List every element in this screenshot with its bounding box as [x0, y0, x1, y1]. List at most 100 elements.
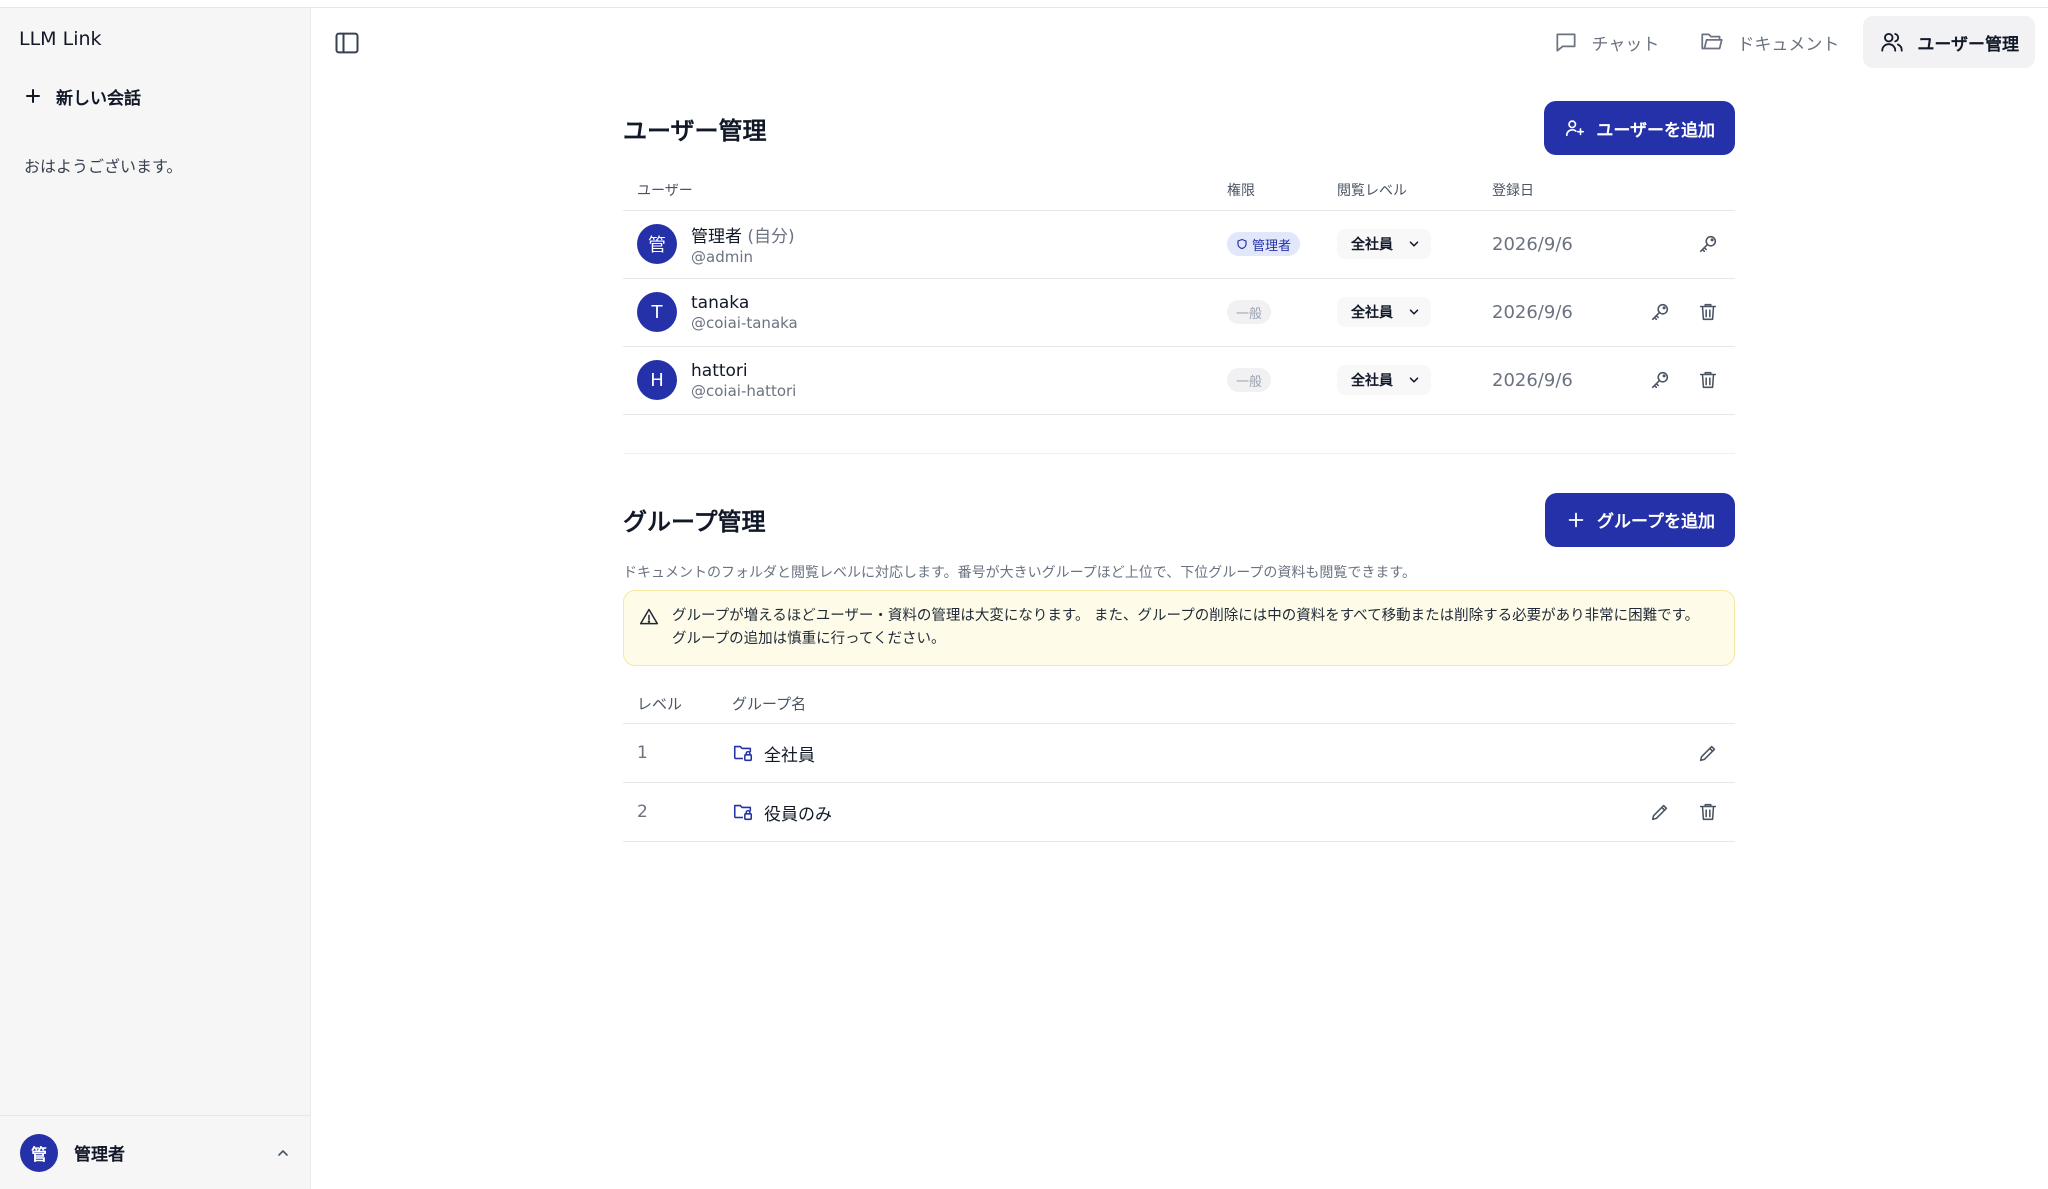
account-menu-button[interactable]: 管 管理者 — [0, 1115, 311, 1189]
reset-password-button[interactable] — [1647, 367, 1673, 393]
col-role: 権限 — [1213, 170, 1323, 211]
role-badge: 管理者 — [1227, 232, 1301, 256]
key-icon — [1699, 235, 1717, 253]
warning-text: グループが増えるほどユーザー・資料の管理は大変になります。 また、グループの削除… — [672, 607, 1700, 647]
col-group-name: グループ名 — [718, 683, 1615, 724]
sidebar-toggle-icon[interactable] — [333, 29, 361, 57]
delete-group-button[interactable] — [1695, 799, 1721, 825]
plus-icon — [24, 87, 42, 105]
delete-user-button[interactable] — [1695, 299, 1721, 325]
edit-group-button[interactable] — [1647, 799, 1673, 825]
groups-table-header: レベル グループ名 — [623, 683, 1735, 724]
registered-date: 2026/9/6 — [1492, 233, 1573, 255]
pencil-icon — [1651, 804, 1668, 821]
warning-banner: グループが増えるほどユーザー・資料の管理は大変になります。 また、グループの削除… — [623, 589, 1735, 666]
folder-lock-icon — [733, 745, 753, 762]
trash-icon — [1699, 303, 1717, 321]
users-icon — [1881, 32, 1903, 52]
users-table: ユーザー 権限 閲覧レベル 登録日 管 管理者 (自分) @admin 管理者 … — [623, 170, 1735, 415]
chevron-down-icon — [1409, 377, 1419, 383]
table-row: 管 管理者 (自分) @admin 管理者 全社員 2026/9/6 — [623, 210, 1735, 279]
col-actions — [1608, 170, 1735, 211]
users-section-header: ユーザー管理 ユーザーを追加 — [623, 100, 1735, 156]
tab-documents-label: ドキュメント — [1737, 34, 1840, 55]
role-badge: 一般 — [1227, 368, 1272, 392]
trash-icon — [1699, 371, 1717, 389]
app-title: LLM Link — [19, 28, 102, 50]
shield-icon — [1237, 238, 1247, 250]
edit-group-button[interactable] — [1695, 740, 1721, 766]
table-row: T tanaka @coiai-tanaka 一般 全社員 2026/9/6 — [623, 278, 1735, 347]
col-level: レベル — [623, 683, 718, 724]
groups-table: レベル グループ名 1 全社員 2 役員のみ — [623, 683, 1735, 842]
table-row: 2 役員のみ — [623, 782, 1735, 842]
tab-chat-label: チャット — [1591, 34, 1660, 55]
col-view-level: 閲覧レベル — [1323, 170, 1478, 211]
sidebar: LLM Link 新しい会話 おはようございます。 管 管理者 — [0, 8, 311, 1189]
user-handle: @admin — [691, 248, 753, 266]
section-divider — [623, 452, 1735, 454]
delete-user-button[interactable] — [1695, 367, 1721, 393]
user-name: hattori — [691, 360, 748, 381]
user-handle: @coiai-tanaka — [691, 313, 798, 332]
groups-description: ドキュメントのフォルダと閲覧レベルに対応します。番号が大きいグループほど上位で、… — [623, 564, 1416, 581]
warning-icon — [639, 608, 659, 624]
trash-icon — [1699, 803, 1717, 821]
group-name: 役員のみ — [732, 800, 1601, 825]
user-name: 管理者 (自分) — [691, 227, 795, 247]
add-group-label: グループを追加 — [1597, 512, 1715, 532]
table-row: H hattori @coiai-hattori 一般 全社員 2026/9/6 — [623, 346, 1735, 415]
avatar: H — [637, 360, 677, 400]
view-level-select[interactable]: 全社員 — [1337, 229, 1431, 259]
app-window: LLM Link 新しい会話 おはようございます。 管 管理者 チャット ドキュ… — [0, 0, 2048, 1189]
user-handle: @coiai-hattori — [691, 381, 797, 400]
add-group-button[interactable]: グループを追加 — [1545, 492, 1735, 547]
chat-icon — [1556, 33, 1577, 52]
chevron-down-icon — [1409, 309, 1419, 315]
view-level-select[interactable]: 全社員 — [1337, 365, 1431, 395]
avatar: T — [637, 292, 677, 332]
group-name: 全社員 — [732, 741, 1601, 766]
plus-icon — [1568, 512, 1584, 527]
tab-user-management[interactable]: ユーザー管理 — [1863, 16, 2035, 68]
self-label: (自分) — [747, 227, 795, 247]
tab-user-management-label: ユーザー管理 — [1917, 34, 2019, 55]
user-plus-icon — [1566, 120, 1585, 137]
pencil-icon — [1699, 745, 1716, 762]
table-row: 1 全社員 — [623, 723, 1735, 783]
folder-icon — [1701, 33, 1723, 50]
tab-documents[interactable]: ドキュメント — [1683, 16, 1855, 68]
main-content: ユーザー管理 ユーザーを追加 ユーザー 権限 閲覧レベル 登録日 管 管理者 (… — [623, 100, 1735, 842]
col-actions — [1615, 683, 1735, 724]
user-name: tanaka — [691, 292, 750, 313]
users-table-header: ユーザー 権限 閲覧レベル 登録日 — [623, 170, 1735, 211]
registered-date: 2026/9/6 — [1492, 301, 1573, 323]
add-user-label: ユーザーを追加 — [1596, 120, 1715, 141]
tab-chat[interactable]: チャット — [1537, 16, 1675, 68]
reset-password-button[interactable] — [1647, 299, 1673, 325]
reset-password-button[interactable] — [1695, 231, 1721, 257]
view-level-select[interactable]: 全社員 — [1337, 297, 1431, 327]
new-chat-button[interactable]: 新しい会話 — [18, 76, 290, 116]
col-registered: 登録日 — [1478, 170, 1608, 211]
group-level: 1 — [637, 743, 648, 763]
folder-lock-icon — [733, 804, 753, 821]
avatar: 管 — [637, 224, 677, 264]
key-icon — [1651, 371, 1669, 389]
top-navigation: チャット ドキュメント ユーザー管理 — [1537, 16, 2035, 68]
group-level: 2 — [637, 802, 648, 822]
add-user-button[interactable]: ユーザーを追加 — [1544, 101, 1735, 155]
users-section-title: ユーザー管理 — [623, 116, 767, 145]
new-chat-label: 新しい会話 — [56, 88, 141, 109]
chevron-up-icon — [278, 1149, 288, 1156]
groups-section-header: グループ管理 グループを追加 — [623, 492, 1735, 548]
col-user: ユーザー — [623, 170, 1213, 211]
greeting-text: おはようございます。 — [24, 157, 183, 176]
key-icon — [1651, 303, 1669, 321]
chevron-down-icon — [1409, 241, 1419, 247]
groups-section-title: グループ管理 — [623, 508, 766, 536]
registered-date: 2026/9/6 — [1492, 369, 1573, 391]
account-name: 管理者 — [74, 1145, 125, 1165]
avatar: 管 — [20, 1133, 58, 1172]
window-top-edge — [0, 0, 2048, 8]
